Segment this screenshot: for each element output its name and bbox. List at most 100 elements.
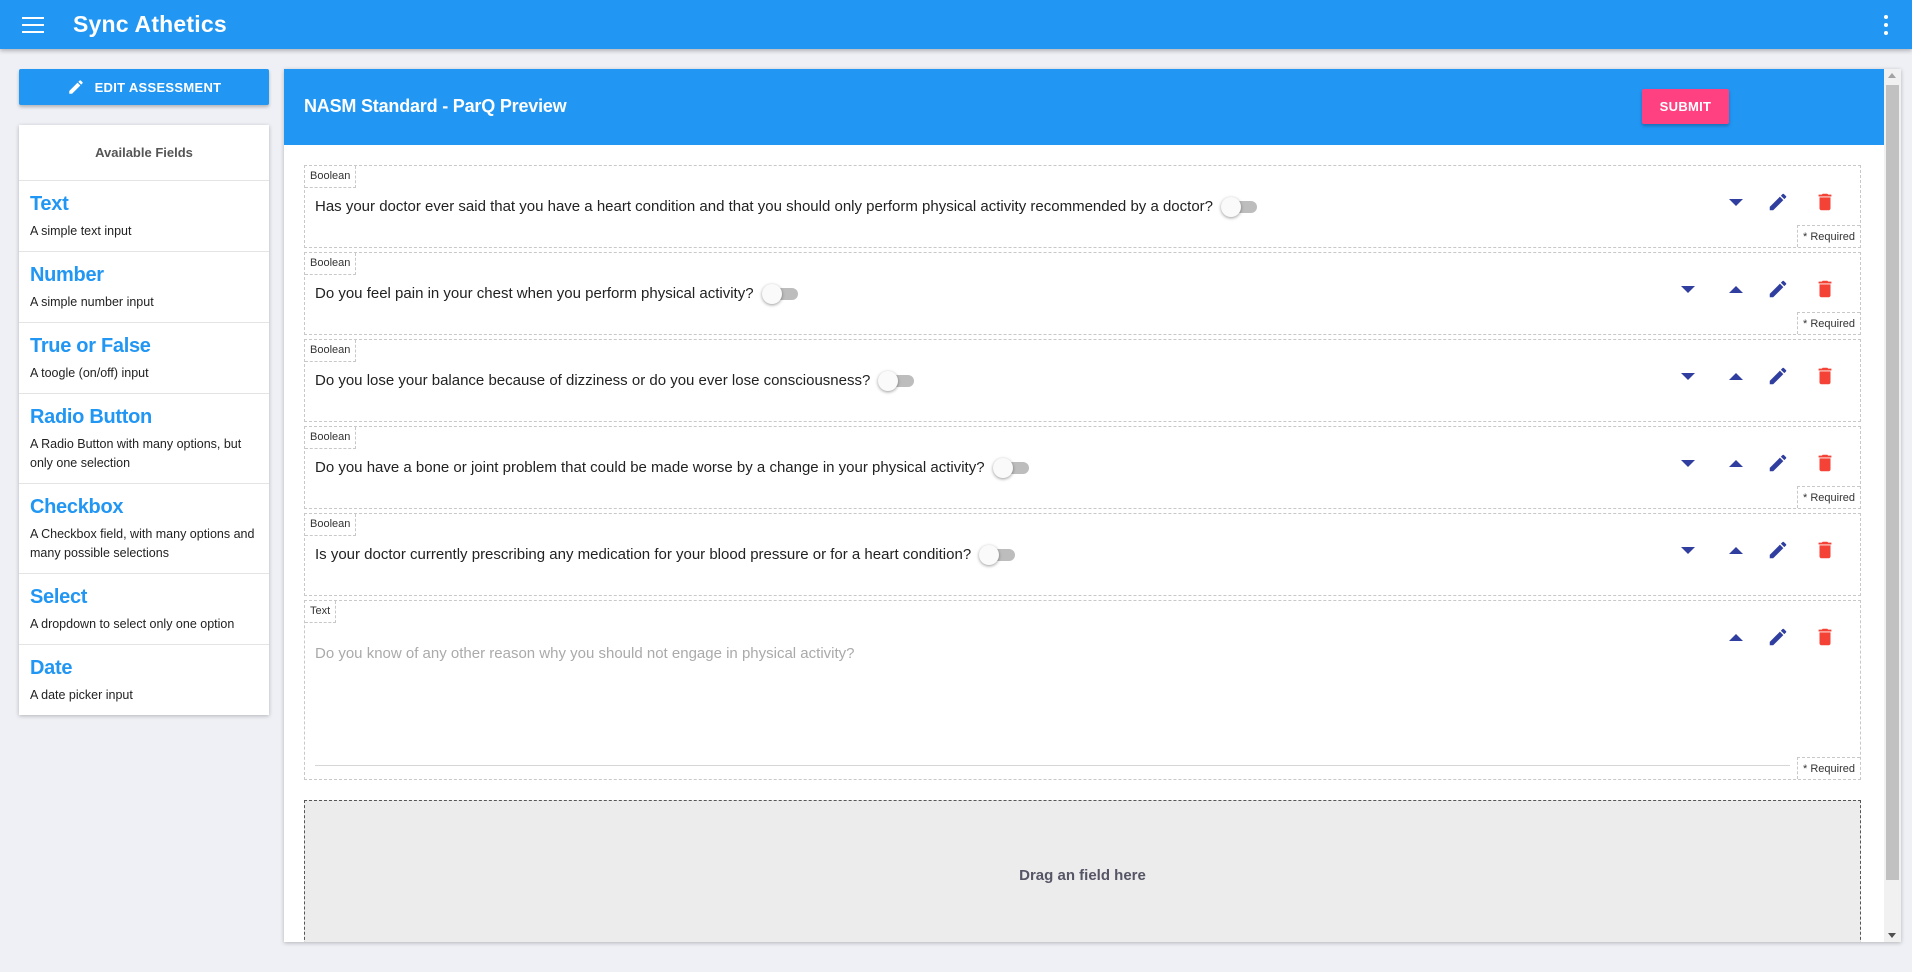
field-question: Is your doctor currently prescribing any… — [315, 544, 1017, 565]
arrow-up-icon[interactable] — [1722, 623, 1750, 651]
pencil-icon[interactable] — [1764, 188, 1792, 216]
toggle-switch[interactable] — [992, 457, 1031, 478]
field-type-description: A toogle (on/off) input — [30, 366, 149, 380]
field-type-name: Number — [30, 264, 104, 286]
required-badge: * Required — [1797, 312, 1860, 334]
field-actions — [1670, 623, 1860, 653]
form-field-row[interactable]: Boolean Do you lose your balance because… — [304, 339, 1861, 422]
trash-icon[interactable] — [1811, 275, 1839, 303]
trash-icon[interactable] — [1811, 449, 1839, 477]
field-actions — [1670, 275, 1860, 305]
field-type-tag: Boolean — [305, 340, 357, 362]
pencil-icon[interactable] — [1764, 536, 1792, 564]
field-type-true-or-false[interactable]: True or False A toogle (on/off) input — [19, 323, 269, 394]
scroll-up-arrow-icon[interactable] — [1888, 73, 1896, 78]
submit-button[interactable]: SUBMIT — [1642, 89, 1729, 124]
trash-icon[interactable] — [1811, 362, 1839, 390]
field-type-description: A Radio Button with many options, but on… — [30, 437, 242, 470]
question-text: Do you lose your balance because of dizz… — [315, 371, 871, 389]
toggle-switch[interactable] — [878, 370, 916, 391]
field-question: Do you lose your balance because of dizz… — [315, 370, 916, 391]
preview-title: NASM Standard - ParQ Preview — [304, 96, 567, 116]
field-type-radio-button[interactable]: Radio Button A Radio Button with many op… — [19, 394, 269, 484]
field-type-tag: Boolean — [305, 166, 357, 188]
form-field-row[interactable]: Boolean Do you have a bone or joint prob… — [304, 426, 1861, 509]
form-field-row[interactable]: Text Do you know of any other reason why… — [304, 600, 1861, 780]
field-type-text[interactable]: Text A simple text input — [19, 181, 269, 252]
question-text: Do you feel pain in your chest when you … — [315, 284, 754, 302]
pencil-icon[interactable] — [1764, 275, 1792, 303]
arrow-down-icon[interactable] — [1674, 449, 1702, 477]
field-type-description: A Checkbox field, with many options and … — [30, 527, 255, 560]
field-type-description: A date picker input — [30, 688, 133, 702]
field-type-name: Select — [30, 586, 88, 608]
question-text: Has your doctor ever said that you have … — [315, 197, 1213, 215]
text-input-underline — [315, 765, 1790, 766]
toggle-switch[interactable] — [761, 283, 800, 304]
field-type-tag: Text — [305, 601, 337, 623]
field-type-description: A simple text input — [30, 224, 132, 238]
trash-icon[interactable] — [1811, 623, 1839, 651]
assessment-preview-card: NASM Standard - ParQ Preview SUBMIT Bool… — [284, 69, 1901, 942]
dropzone-label: Drag an field here — [1019, 866, 1146, 884]
preview-header: NASM Standard - ParQ Preview SUBMIT — [284, 69, 1884, 145]
arrow-up-icon[interactable] — [1722, 362, 1750, 390]
field-question: Do you have a bone or joint problem that… — [315, 457, 1031, 478]
field-type-checkbox[interactable]: Checkbox A Checkbox field, with many opt… — [19, 484, 269, 574]
more-vert-icon[interactable] — [1883, 15, 1889, 35]
field-type-description: A dropdown to select only one option — [30, 617, 235, 631]
available-fields-panel: Available Fields Text A simple text inpu… — [19, 125, 269, 715]
app-title: Sync Athetics — [73, 11, 227, 37]
field-type-tag: Boolean — [305, 427, 357, 449]
toggle-switch[interactable] — [979, 544, 1017, 565]
required-badge: * Required — [1797, 757, 1860, 779]
arrow-up-icon[interactable] — [1722, 275, 1750, 303]
edit-assessment-label: EDIT ASSESSMENT — [94, 79, 222, 95]
field-type-tag: Boolean — [305, 514, 357, 536]
form-field-row[interactable]: Boolean Is your doctor currently prescri… — [304, 513, 1861, 596]
field-question: Has your doctor ever said that you have … — [315, 196, 1259, 217]
scrollbar-thumb[interactable] — [1886, 85, 1899, 880]
required-badge: * Required — [1797, 225, 1860, 247]
vertical-scrollbar[interactable] — [1884, 69, 1901, 942]
form-field-row[interactable]: Boolean Do you feel pain in your chest w… — [304, 252, 1861, 335]
field-question: Do you feel pain in your chest when you … — [315, 283, 800, 304]
trash-icon[interactable] — [1811, 536, 1839, 564]
field-dropzone[interactable]: Drag an field here — [304, 800, 1861, 942]
trash-icon[interactable] — [1811, 188, 1839, 216]
field-type-name: True or False — [30, 335, 151, 357]
pencil-icon[interactable] — [1764, 362, 1792, 390]
arrow-down-icon[interactable] — [1674, 275, 1702, 303]
field-actions — [1670, 536, 1860, 566]
edit-assessment-button[interactable]: EDIT ASSESSMENT — [19, 69, 269, 105]
field-type-tag: Boolean — [305, 253, 357, 275]
app-bar: Sync Athetics — [0, 0, 1912, 49]
arrow-down-icon[interactable] — [1674, 536, 1702, 564]
scroll-down-arrow-icon[interactable] — [1888, 933, 1896, 938]
field-type-date[interactable]: Date A date picker input — [19, 645, 269, 715]
field-type-number[interactable]: Number A simple number input — [19, 252, 269, 323]
field-actions — [1670, 449, 1860, 479]
question-text: Is your doctor currently prescribing any… — [315, 545, 972, 563]
pencil-icon[interactable] — [1764, 449, 1792, 477]
field-type-select[interactable]: Select A dropdown to select only one opt… — [19, 574, 269, 645]
arrow-down-icon[interactable] — [1674, 362, 1702, 390]
field-type-description: A simple number input — [30, 295, 154, 309]
field-type-name: Text — [30, 193, 69, 215]
required-badge: * Required — [1797, 486, 1860, 508]
arrow-down-icon[interactable] — [1722, 188, 1750, 216]
field-type-name: Checkbox — [30, 496, 124, 518]
arrow-up-icon[interactable] — [1722, 449, 1750, 477]
field-type-name: Radio Button — [30, 406, 152, 428]
arrow-up-icon[interactable] — [1722, 536, 1750, 564]
pencil-icon — [68, 80, 83, 94]
menu-icon[interactable] — [22, 16, 44, 33]
pencil-icon[interactable] — [1764, 623, 1792, 651]
field-actions — [1670, 188, 1860, 218]
text-answer-input[interactable]: Do you know of any other reason why you … — [315, 645, 855, 662]
available-fields-title: Available Fields — [19, 125, 269, 181]
question-text: Do you have a bone or joint problem that… — [315, 458, 985, 476]
form-field-row[interactable]: Boolean Has your doctor ever said that y… — [304, 165, 1861, 248]
toggle-switch[interactable] — [1221, 196, 1259, 217]
field-actions — [1670, 362, 1860, 392]
